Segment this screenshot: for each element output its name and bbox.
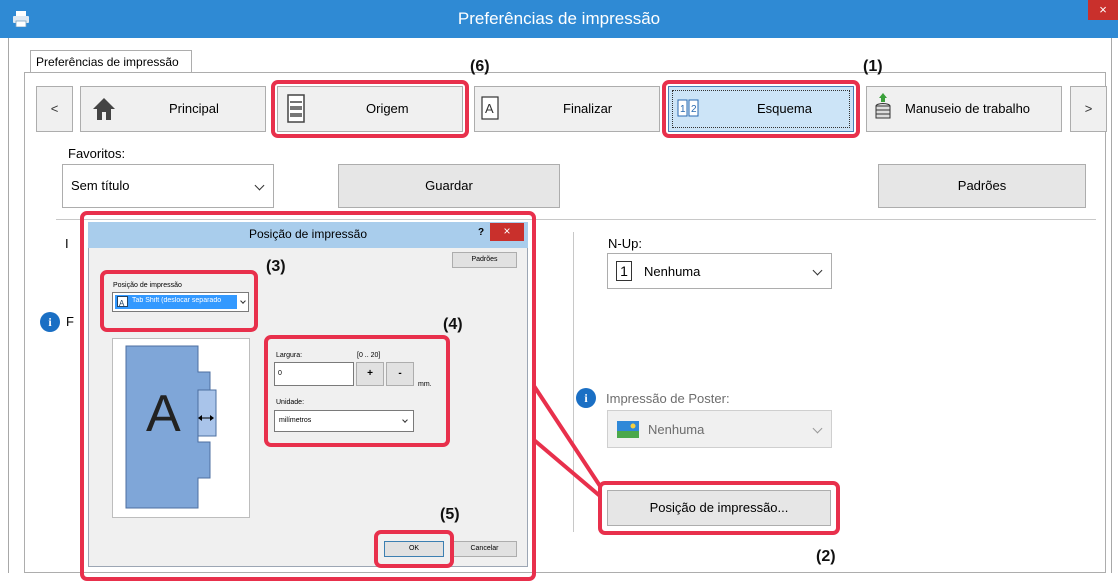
callout-3: (3): [266, 258, 286, 275]
callout-5: (5): [440, 506, 460, 523]
callout-4: (4): [443, 316, 463, 333]
callout-2: (2): [816, 548, 836, 565]
annotation-connector: [532, 384, 602, 498]
callout-6: (6): [470, 58, 490, 75]
callout-1: (1): [863, 58, 883, 75]
